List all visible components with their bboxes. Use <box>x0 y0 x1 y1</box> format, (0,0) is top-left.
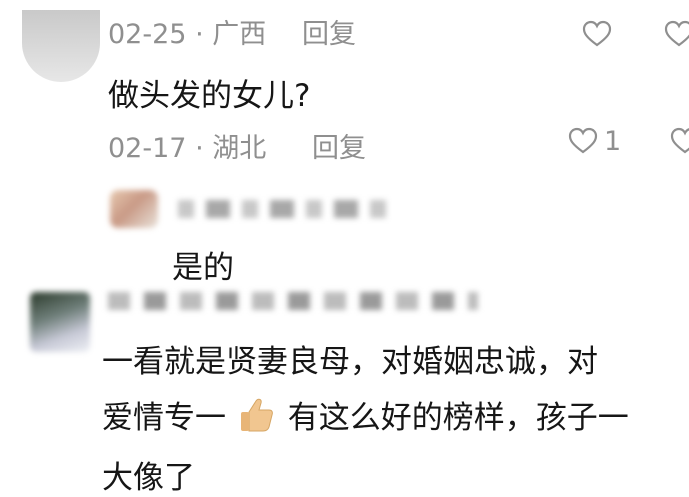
comment-date: 02-25 <box>108 19 187 50</box>
comment-date: 02-17 <box>108 133 187 164</box>
like-button[interactable] <box>568 127 598 155</box>
comment-text-part: 爱情专一 <box>102 400 226 436</box>
blurred-username <box>108 292 478 310</box>
comment-text: 做头发的女儿? <box>108 78 311 114</box>
comment-text-line3: 大像了 <box>102 460 195 496</box>
thumbs-up-emoji <box>238 396 276 434</box>
comment-location: 广西 <box>212 19 267 50</box>
comment-text-line1: 一看就是贤妻良母，对婚姻忠诚，对 <box>102 344 598 380</box>
meta-separator: · <box>195 133 204 164</box>
heart-outline-icon <box>582 20 612 47</box>
reply-button[interactable]: 回复 <box>302 12 356 51</box>
like-button[interactable] <box>582 20 612 48</box>
like-button-overflow[interactable] <box>664 20 689 48</box>
comment-text-line2: 爱情专一 有这么好的榜样，孩子一 <box>102 392 629 437</box>
comment-meta-1: 02-25 · 广西 <box>108 12 266 51</box>
avatar[interactable] <box>22 10 100 82</box>
blurred-username <box>178 200 398 218</box>
reply-button[interactable]: 回复 <box>312 126 366 165</box>
meta-separator: · <box>195 19 204 50</box>
heart-outline-icon <box>670 127 689 154</box>
heart-outline-icon <box>664 20 689 47</box>
thumbs-up-icon <box>240 398 273 432</box>
heart-outline-icon <box>568 127 598 154</box>
avatar[interactable] <box>110 190 158 228</box>
avatar[interactable] <box>30 292 90 352</box>
comment-meta-2: 02-17 · 湖北 <box>108 126 266 165</box>
comment-text: 是的 <box>172 250 234 286</box>
comment-text-part: 有这么好的榜样，孩子一 <box>287 400 629 436</box>
like-count: 1 <box>604 126 622 157</box>
comment-location: 湖北 <box>212 133 267 164</box>
like-button-overflow[interactable] <box>670 127 689 155</box>
